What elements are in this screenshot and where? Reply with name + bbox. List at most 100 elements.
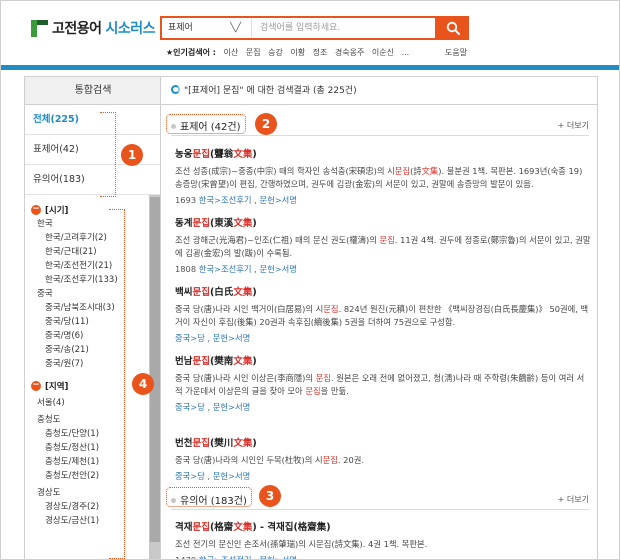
facet-item[interactable]: 한국/근대(21) xyxy=(25,245,149,259)
category-link[interactable]: 문헌>서명 xyxy=(259,264,297,274)
facet-group[interactable]: 한국 xyxy=(25,217,149,231)
text-run: 농옹 xyxy=(175,149,193,160)
category-link[interactable]: 중국>당 xyxy=(175,402,205,412)
scrollbar-thumb[interactable] xyxy=(150,197,160,542)
category-link[interactable]: 한국>조선후기 xyxy=(199,195,252,205)
popular-keyword[interactable]: 이순신 xyxy=(372,48,394,57)
facet-item[interactable]: 충청도/천안(2) xyxy=(25,469,149,483)
sidebar-tab-all[interactable]: 전체(225) xyxy=(25,105,161,135)
annotation-bracket-4 xyxy=(109,209,125,559)
highlight-text: 문집 xyxy=(379,235,395,245)
facet-group[interactable]: 경상도 xyxy=(25,486,149,500)
result-title-link[interactable]: 번남문집(樊南文集) xyxy=(175,353,591,367)
category-link[interactable]: 한국>조선전기 xyxy=(199,555,252,559)
help-link[interactable]: 도움말 xyxy=(445,47,467,58)
result-year: 1479 xyxy=(175,555,199,560)
result-meta: 중국>당 , 문헌>서명 xyxy=(175,470,591,482)
text-run: ) - 격재집(格齋集) xyxy=(252,522,331,533)
sidebar-title: 통합검색 xyxy=(25,77,161,105)
result-meta: 중국>당 , 문헌>서명 xyxy=(175,401,591,413)
facet-heading-region[interactable]: − [지역] xyxy=(25,379,149,393)
header: 고전용어 시소러스 표제어 ╲╱ ★인기검색어 : 이산 문집 승강 이황 정조… xyxy=(1,1,619,65)
popular-keywords: ★인기검색어 : 이산 문집 승강 이황 정조 경숙옹주 이순신 ... xyxy=(166,47,414,58)
collapse-icon[interactable]: − xyxy=(31,205,41,215)
logo[interactable]: 고전용어 시소러스 xyxy=(31,18,156,38)
facet-group[interactable]: 중국 xyxy=(25,287,149,301)
text-run: 조선 전기의 문신인 손조서(孫肇瑞)의 시문집(詩文集). 4권 1책. 목판… xyxy=(175,539,428,549)
separator: , xyxy=(204,333,213,343)
more-button[interactable]: + 더보기 xyxy=(558,494,589,505)
facet-item[interactable]: 한국/고려후기(2) xyxy=(25,231,149,245)
facet-item[interactable]: 경상도/경주(2) xyxy=(25,500,149,514)
category-link[interactable]: 문헌>서명 xyxy=(213,333,251,343)
facet-heading-period[interactable]: − [시기] xyxy=(25,203,149,217)
result-title-link[interactable]: 농옹문집(聾翁文集) xyxy=(175,146,591,160)
search-scope-select[interactable]: 표제어 ╲╱ xyxy=(162,18,252,38)
facet-item[interactable]: 중국/원(7) xyxy=(25,357,149,371)
popular-keyword[interactable]: 이산 xyxy=(224,48,239,57)
highlight-text: 문집 xyxy=(394,166,411,176)
highlight-text: 文集 xyxy=(233,287,253,298)
result-title-link[interactable]: 번천문집(樊川文集) xyxy=(175,435,591,449)
category-link[interactable]: 문헌>서명 xyxy=(259,555,297,559)
popular-label: ★인기검색어 : xyxy=(166,48,216,57)
highlight-text: 文集 xyxy=(233,218,253,229)
text-run: ) xyxy=(252,287,257,298)
facet-item[interactable]: 중국/당(11) xyxy=(25,315,149,329)
logo-text: 고전용어 xyxy=(52,21,102,37)
category-link[interactable]: 중국>당 xyxy=(175,471,205,481)
search-button[interactable] xyxy=(437,16,469,40)
facet-item[interactable]: 중국/명(6) xyxy=(25,329,149,343)
popular-keyword[interactable]: 정조 xyxy=(313,48,328,57)
facet-item[interactable]: 한국/조선후기(133) xyxy=(25,273,149,287)
popular-keyword[interactable]: 승강 xyxy=(268,48,283,57)
text-run: (詩 xyxy=(410,166,422,176)
category-link[interactable]: 한국>조선후기 xyxy=(199,264,252,274)
text-run: (格齋 xyxy=(209,522,234,533)
text-run: . 20권. xyxy=(337,455,365,465)
text-run: 중국 당(唐)나라의 시인인 두목(杜牧)의 시 xyxy=(175,455,323,465)
highlight-text: 문집 xyxy=(192,356,210,367)
category-link[interactable]: 중국>당 xyxy=(175,333,205,343)
result-title-link[interactable]: 동계문집(東溪文集) xyxy=(175,215,591,229)
category-link[interactable]: 문헌>서명 xyxy=(259,195,297,205)
result-description: 조선 성종(成宗)~중종(中宗) 때의 학자인 송석충(宋碩忠)의 시문집(詩文… xyxy=(175,165,591,191)
popular-keyword[interactable]: 경숙옹주 xyxy=(335,48,364,57)
facet-group[interactable]: 서울(4) xyxy=(25,396,149,410)
result-entry: 번천문집(樊川文集) 중국 당(唐)나라의 시인인 두목(杜牧)의 시문집. 20… xyxy=(175,435,591,482)
search-icon xyxy=(446,21,460,35)
highlight-text: 문집 xyxy=(192,287,210,298)
highlight-text: 문집 xyxy=(192,218,210,229)
text-run: 동계 xyxy=(175,218,193,229)
facet-item[interactable]: 충청도/단양(1) xyxy=(25,427,149,441)
result-year: 1693 xyxy=(175,195,199,205)
facet-item[interactable]: 중국/남북조시대(3) xyxy=(25,301,149,315)
category-link[interactable]: 문헌>서명 xyxy=(213,402,251,412)
results-summary-text: "[표제어] 문집" 에 대한 검색결과 (총 225건) xyxy=(184,86,357,96)
facet-item[interactable]: 경상도/금산(1) xyxy=(25,514,149,528)
text-run: (樊南 xyxy=(209,356,234,367)
more-button[interactable]: + 더보기 xyxy=(558,120,589,131)
popular-keyword[interactable]: 문집 xyxy=(246,48,261,57)
text-run: (白氏 xyxy=(209,287,234,298)
facet-item[interactable]: 중국/송(21) xyxy=(25,343,149,357)
facet-item[interactable]: 충청도/제천(1) xyxy=(25,455,149,469)
result-title-link[interactable]: 격재문집(格齋文集) - 격재집(格齋集) xyxy=(175,519,591,533)
facet-item[interactable]: 충청도/정산(1) xyxy=(25,441,149,455)
text-run: 을 만듦. xyxy=(320,386,349,396)
text-run: (聾翁 xyxy=(209,149,234,160)
result-description: 중국 당(唐)나라 시인 백거이(白居易)의 시문집. 824년 원진(元稹)이… xyxy=(175,303,591,329)
category-link[interactable]: 문헌>서명 xyxy=(213,471,251,481)
collapse-icon[interactable]: − xyxy=(31,381,41,391)
result-title-link[interactable]: 백씨문집(白氏文集) xyxy=(175,284,591,298)
search-input[interactable] xyxy=(252,18,402,38)
highlight-text: 文集 xyxy=(233,438,253,449)
sidebar-tab-synonym[interactable]: 유의어(183) xyxy=(25,165,161,195)
text-run: 중국 당(唐)나라 시인 이상은(李商隱)의 xyxy=(175,373,316,383)
annotation-box-2 xyxy=(166,114,246,134)
facet-group[interactable]: 충청도 xyxy=(25,413,149,427)
chevron-down-icon: ╲╱ xyxy=(230,23,241,33)
popular-keyword[interactable]: 이황 xyxy=(290,48,305,57)
facet-item[interactable]: 한국/조선전기(21) xyxy=(25,259,149,273)
highlight-text: 文集 xyxy=(233,356,253,367)
